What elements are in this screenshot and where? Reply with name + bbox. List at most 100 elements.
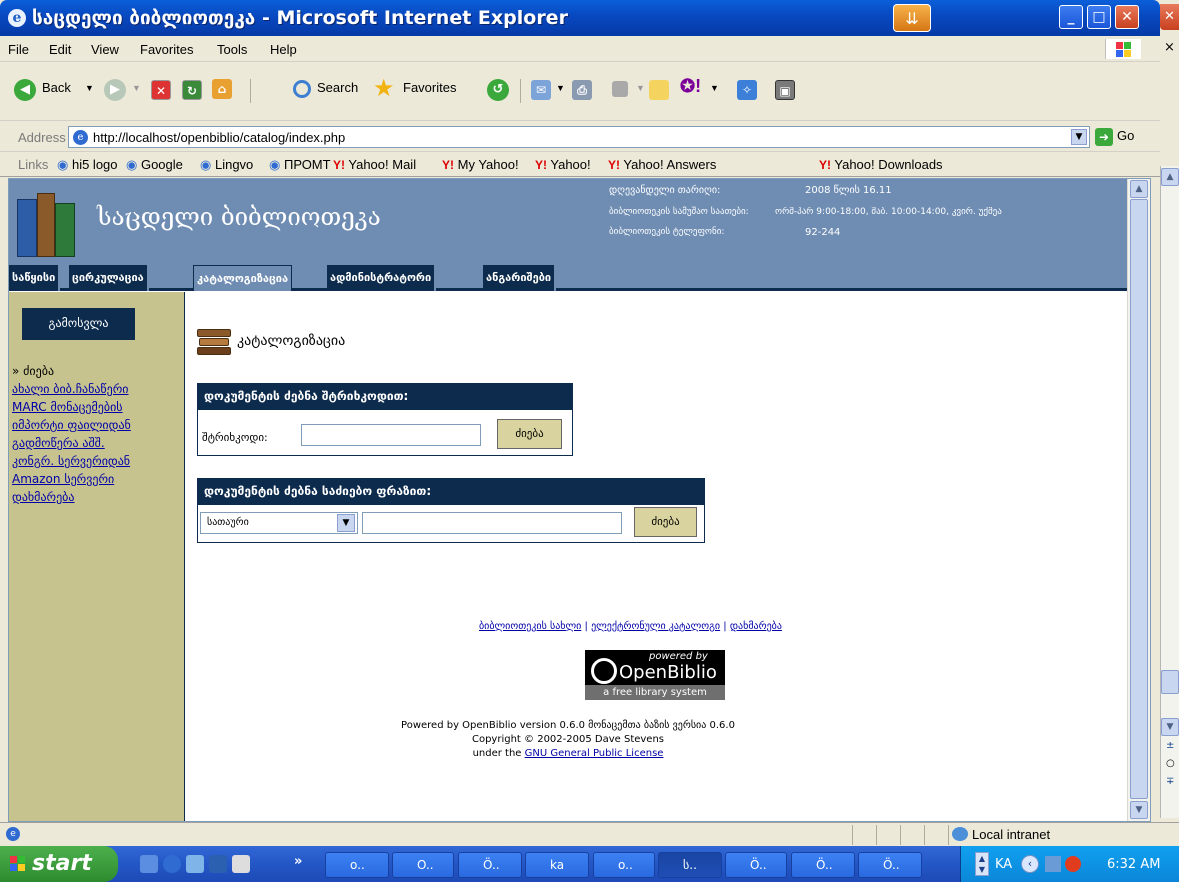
task-folder-1[interactable]: o.. bbox=[325, 852, 389, 878]
maximize-button[interactable]: □ bbox=[1087, 5, 1111, 29]
nav-amazon[interactable]: Amazon სერვერი bbox=[12, 472, 114, 486]
nav-import-file[interactable]: იმპორტი ფაილიდან bbox=[12, 418, 131, 432]
address-input[interactable]: e http://localhost/openbiblio/catalog/in… bbox=[68, 126, 1090, 148]
tray-chevron-icon[interactable]: ‹ bbox=[1021, 855, 1039, 873]
scroll-up-icon[interactable]: ▲ bbox=[1130, 180, 1148, 198]
scroll-thumb[interactable] bbox=[1130, 199, 1148, 799]
close-button[interactable]: ✕ bbox=[1115, 5, 1139, 29]
search-button[interactable]: Search bbox=[317, 80, 358, 95]
logout-button[interactable]: გამოსვლა bbox=[22, 308, 135, 340]
history-icon[interactable]: ↺ bbox=[487, 79, 509, 101]
openbiblio-badge[interactable]: powered by OpenBiblio a free library sys… bbox=[585, 650, 725, 700]
link-yahoo-downloads[interactable]: Y! Yahoo! Downloads bbox=[819, 157, 943, 172]
start-button[interactable]: start bbox=[0, 846, 118, 882]
nav-loc-download[interactable]: გადმოწერა აშშ. bbox=[12, 436, 105, 450]
back-button[interactable]: Back bbox=[42, 80, 71, 95]
browse-object-icon[interactable]: ○ bbox=[1166, 758, 1175, 769]
background-window-scrollbar[interactable]: ▲ ▼ ± ○ ∓ bbox=[1160, 166, 1179, 818]
nav-loc-server[interactable]: კონგრ. სერვერიდან bbox=[12, 454, 130, 468]
favorites-button[interactable]: Favorites bbox=[403, 80, 456, 95]
link-lingvo[interactable]: ◉ Lingvo bbox=[200, 157, 253, 173]
link-promt[interactable]: ◉ ПРОМТ bbox=[269, 157, 331, 173]
research-icon[interactable]: ▣ bbox=[775, 80, 795, 100]
minimize-button[interactable]: _ bbox=[1059, 5, 1083, 29]
task-word-1[interactable]: O.. bbox=[392, 852, 454, 878]
tab-cataloging[interactable]: კატალოგიზაცია bbox=[193, 265, 293, 291]
link-my-yahoo[interactable]: Y! My Yahoo! bbox=[442, 157, 519, 172]
edit-icon[interactable] bbox=[612, 81, 628, 97]
task-ie-3[interactable]: Ö.. bbox=[791, 852, 855, 878]
task-ie-1[interactable]: Ö.. bbox=[458, 852, 522, 878]
footer-link-opac[interactable]: ელექტრონული კატალოგი bbox=[591, 621, 720, 632]
search-icon[interactable] bbox=[293, 80, 311, 98]
outer-scroll-up-icon[interactable]: ▲ bbox=[1161, 168, 1179, 186]
yahoo-icon[interactable]: ✪! bbox=[680, 76, 701, 97]
tab-circulation[interactable]: ცირკულაცია bbox=[69, 265, 149, 291]
go-arrow-icon[interactable]: ➜ bbox=[1095, 128, 1113, 146]
quicklaunch-desktop-icon[interactable] bbox=[140, 855, 158, 873]
nav-marc-import[interactable]: MARC მონაცემების bbox=[12, 400, 123, 414]
messenger-icon[interactable]: ✧ bbox=[737, 80, 757, 100]
task-firefox[interactable]: Ö.. bbox=[858, 852, 922, 878]
gnu-license-link[interactable]: GNU General Public License bbox=[525, 748, 664, 759]
back-arrow-icon[interactable]: ◀ bbox=[14, 79, 36, 101]
barcode-search-button[interactable]: ძიება bbox=[497, 419, 562, 449]
task-folder-ka[interactable]: ka bbox=[525, 852, 589, 878]
forward-dropdown-icon[interactable]: ▼ bbox=[132, 83, 141, 93]
tab-reports[interactable]: ანგარიშები bbox=[483, 265, 557, 291]
go-button[interactable]: Go bbox=[1117, 128, 1134, 143]
task-word-2[interactable]: o.. bbox=[593, 852, 655, 878]
menu-file[interactable]: File bbox=[8, 42, 29, 57]
favorites-star-icon[interactable]: ★ bbox=[373, 74, 395, 103]
link-google[interactable]: ◉ Google bbox=[126, 157, 183, 173]
footer-link-library-home[interactable]: ბიბლიოთეკის სახლი bbox=[479, 621, 581, 632]
forward-arrow-icon[interactable]: ▶ bbox=[104, 79, 126, 101]
tab-home[interactable]: საწყისი bbox=[9, 265, 61, 291]
yahoo-dropdown-icon[interactable]: ▼ bbox=[710, 83, 719, 93]
back-dropdown-icon[interactable]: ▼ bbox=[85, 83, 94, 93]
link-hi5[interactable]: ◉ hi5 logo bbox=[57, 157, 118, 173]
quicklaunch-notepad-icon[interactable] bbox=[232, 855, 250, 873]
mail-dropdown-icon[interactable]: ▼ bbox=[556, 83, 565, 93]
nav-new-record[interactable]: ახალი ბიბ.ჩანაწერი bbox=[12, 382, 129, 396]
nav-help[interactable]: დახმარება bbox=[12, 490, 75, 504]
task-ie-2[interactable]: Ö.. bbox=[725, 852, 787, 878]
print-icon[interactable]: ⎙ bbox=[572, 80, 592, 100]
phrase-input[interactable] bbox=[362, 512, 622, 534]
quicklaunch-more-icon[interactable]: » bbox=[294, 854, 302, 869]
prev-page-icon[interactable]: ± bbox=[1166, 740, 1174, 751]
barcode-input[interactable] bbox=[301, 424, 481, 446]
stop-icon[interactable]: ✕ bbox=[151, 80, 171, 100]
outer-close-x-icon[interactable]: × bbox=[1164, 40, 1175, 55]
menu-view[interactable]: View bbox=[91, 42, 119, 57]
home-icon[interactable]: ⌂ bbox=[212, 79, 232, 99]
footer-link-help[interactable]: დახმარება bbox=[730, 621, 782, 632]
page-scrollbar[interactable]: ▲ ▼ bbox=[1127, 179, 1150, 821]
tray-network-icon[interactable] bbox=[1045, 856, 1061, 872]
task-ie-active[interactable]: ს.. bbox=[658, 852, 722, 878]
refresh-icon[interactable]: ↻ bbox=[182, 80, 202, 100]
next-page-icon[interactable]: ∓ bbox=[1166, 776, 1174, 787]
language-indicator[interactable]: KA bbox=[995, 857, 1012, 872]
address-dropdown-icon[interactable]: ▼ bbox=[1071, 129, 1087, 145]
quicklaunch-word-icon[interactable] bbox=[209, 855, 227, 873]
mail-icon[interactable]: ✉ bbox=[531, 80, 551, 100]
orange-extension-icon[interactable]: ⇊ bbox=[893, 4, 931, 32]
menu-favorites[interactable]: Favorites bbox=[140, 42, 193, 57]
tab-admin[interactable]: ადმინისტრატორი bbox=[327, 265, 437, 291]
quicklaunch-ie-icon[interactable] bbox=[163, 855, 181, 873]
tray-security-icon[interactable] bbox=[1065, 856, 1081, 872]
menu-help[interactable]: Help bbox=[270, 42, 297, 57]
outer-scroll-down-icon[interactable]: ▼ bbox=[1161, 718, 1179, 736]
quicklaunch-media-icon[interactable] bbox=[186, 855, 204, 873]
phrase-search-button[interactable]: ძიება bbox=[634, 507, 697, 537]
link-yahoo-answers[interactable]: Y! Yahoo! Answers bbox=[608, 157, 716, 172]
edit-dropdown-icon[interactable]: ▼ bbox=[636, 83, 645, 93]
link-yahoo[interactable]: Y! Yahoo! bbox=[535, 157, 591, 172]
menu-edit[interactable]: Edit bbox=[49, 42, 71, 57]
outer-close-icon[interactable]: ✕ bbox=[1160, 4, 1179, 30]
select-dropdown-icon[interactable]: ▼ bbox=[337, 514, 355, 532]
link-yahoo-mail[interactable]: Y! Yahoo! Mail bbox=[333, 157, 416, 172]
tray-up-down-icon[interactable]: ▲ ▼ bbox=[975, 852, 989, 876]
folder-icon[interactable] bbox=[649, 80, 669, 100]
